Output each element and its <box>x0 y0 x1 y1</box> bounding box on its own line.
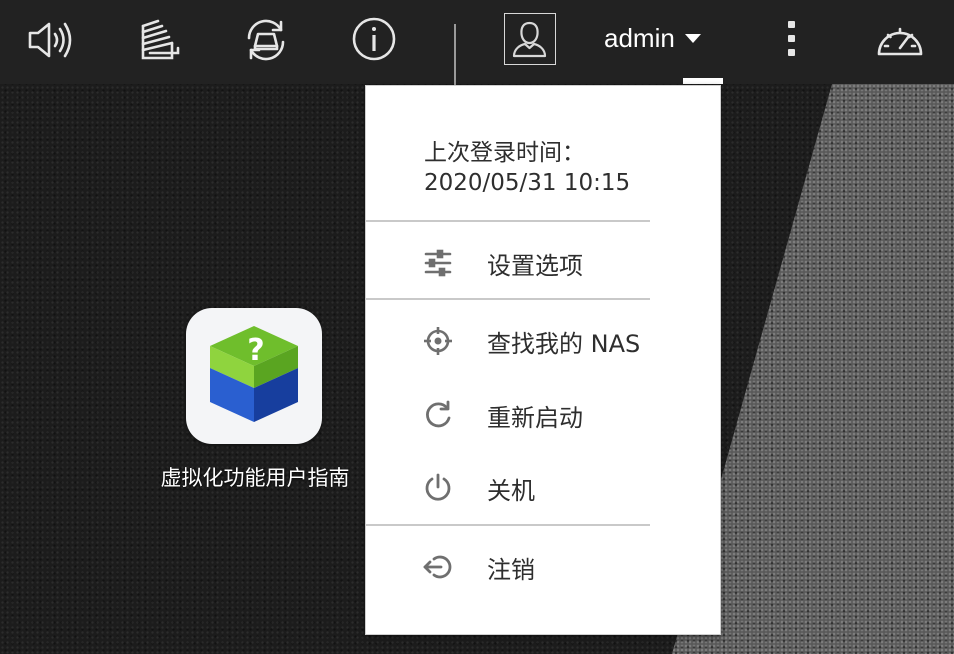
menu-item-logout[interactable]: 注销 <box>366 540 666 594</box>
menu-item-settings[interactable]: 设置选项 <box>366 236 666 290</box>
user-avatar-icon[interactable] <box>504 13 556 65</box>
last-login-label: 上次登录时间： <box>424 140 585 166</box>
top-toolbar: admin <box>0 0 954 86</box>
app-label: 虚拟化功能用户指南 <box>160 466 350 490</box>
menu-item-label: 关机 <box>487 476 535 505</box>
menu-item-label: 设置选项 <box>487 251 583 280</box>
restart-icon <box>422 399 454 431</box>
logout-icon <box>422 551 454 583</box>
menu-item-shutdown[interactable]: 关机 <box>366 461 666 515</box>
last-login-info: 上次登录时间： 2020/05/31 10:15 <box>424 138 630 198</box>
username-label: admin <box>604 22 675 53</box>
user-dropdown-menu: 上次登录时间： 2020/05/31 10:15 设置选项 查找我的 NAS 重… <box>365 85 721 635</box>
settings-sliders-icon <box>422 247 454 279</box>
more-vertical-icon[interactable] <box>766 14 818 66</box>
menu-divider <box>366 524 650 526</box>
info-icon[interactable] <box>348 14 400 66</box>
locate-crosshair-icon <box>422 325 454 357</box>
dashboard-gauge-icon[interactable] <box>874 14 926 66</box>
sync-icon[interactable] <box>240 14 292 66</box>
virtualization-guide-cube-icon: ? <box>186 308 322 444</box>
toolbar-divider <box>454 24 456 86</box>
volume-icon[interactable] <box>24 14 76 66</box>
menu-item-label: 重新启动 <box>487 403 583 432</box>
menu-divider <box>366 220 650 222</box>
user-menu-toggle[interactable]: admin <box>604 18 701 58</box>
menu-item-label: 查找我的 NAS <box>487 329 641 358</box>
last-login-value: 2020/05/31 10:15 <box>424 170 631 196</box>
svg-text:?: ? <box>247 333 264 368</box>
active-menu-indicator <box>683 78 723 84</box>
menu-divider <box>366 298 650 300</box>
tasks-icon[interactable] <box>136 14 188 66</box>
power-icon <box>422 472 454 504</box>
chevron-down-icon <box>684 33 701 43</box>
menu-item-find-my-nas[interactable]: 查找我的 NAS <box>366 314 666 368</box>
menu-item-label: 注销 <box>487 555 535 584</box>
menu-item-restart[interactable]: 重新启动 <box>366 388 666 442</box>
